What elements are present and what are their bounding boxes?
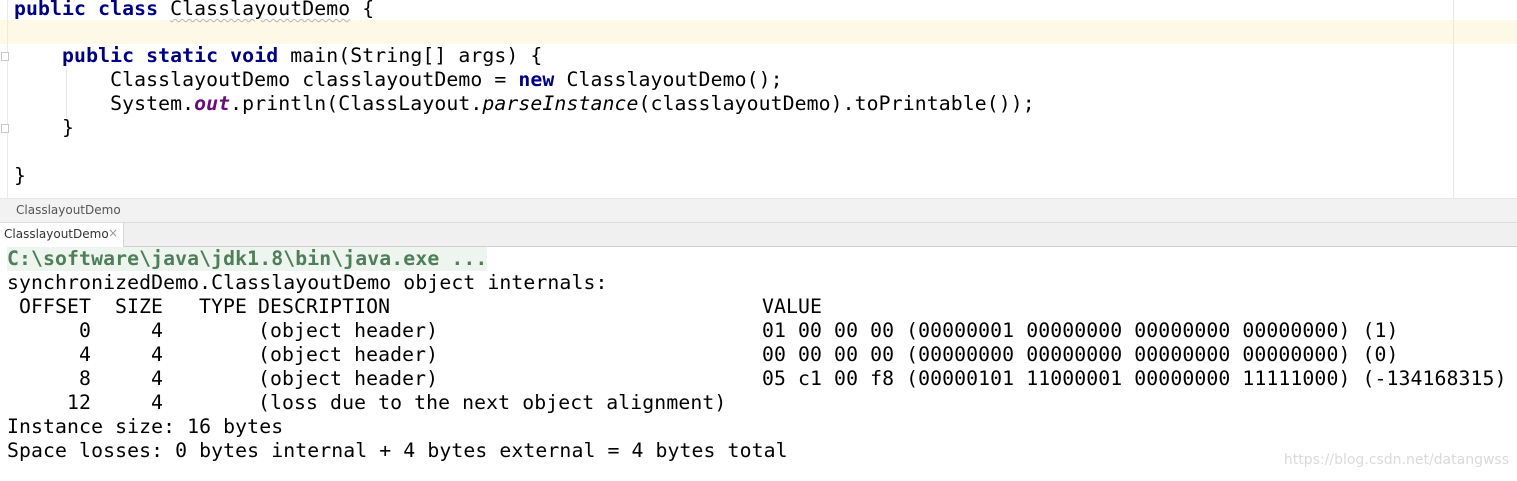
code-token: out (194, 92, 231, 115)
value-cell: 05 c1 00 f8 (00000101 11000001 00000000 … (762, 367, 1507, 390)
fold-marker-icon[interactable] (1, 124, 9, 133)
description-cell: (loss due to the next object alignment) (258, 391, 727, 414)
column-header-size: SIZE (115, 295, 164, 318)
column-header-description: DESCRIPTION (258, 295, 391, 318)
description-cell: (object header) (258, 367, 439, 390)
table-row: 0 4 (object header) 01 00 00 00 (00000001 0… (7, 319, 1517, 343)
size-cell: 4 (150, 391, 163, 414)
breadcrumb-item-class[interactable]: ClasslayoutDemo (16, 203, 121, 217)
close-icon[interactable]: × (108, 226, 118, 240)
column-header-value: VALUE (762, 295, 823, 318)
code-line[interactable]: } (14, 164, 26, 188)
tab-run-classlayoutdemo[interactable]: ClasslayoutDemo × (0, 223, 124, 247)
current-line-highlight (0, 20, 1517, 44)
watermark: https://blog.csdn.net/datangwss (1283, 452, 1509, 468)
code-token: ClasslayoutDemo (170, 0, 351, 20)
table-row: 12 4 (loss due to the next object alignmen… (7, 391, 1517, 415)
code-token: public class (14, 0, 171, 20)
code-token: ClasslayoutDemo(); (566, 68, 783, 91)
editor-gutter (7, 0, 8, 198)
code-token: { (350, 0, 375, 20)
right-margin-guide (1453, 0, 1454, 198)
breadcrumb: ClasslayoutDemo (0, 198, 1517, 222)
table-row: 8 4 (object header) 05 c1 00 f8 (00000101 1… (7, 367, 1517, 391)
instance-size-line: Instance size: 16 bytes (7, 415, 284, 438)
code-line[interactable]: System.out.println(ClassLayout.parseInst… (14, 92, 1035, 116)
code-token: System. (14, 92, 195, 115)
run-tab-bar: ClasslayoutDemo × (0, 222, 1517, 247)
column-header-type: TYPE (199, 295, 248, 318)
code-token: public static void (62, 44, 291, 67)
code-line[interactable]: ClasslayoutDemo classlayoutDemo = new Cl… (14, 68, 783, 92)
code-line[interactable]: public static void main(String[] args) { (14, 44, 542, 68)
size-cell: 4 (150, 343, 163, 366)
space-losses-line: Space losses: 0 bytes internal + 4 bytes… (7, 439, 788, 462)
size-cell: 4 (150, 319, 163, 342)
tab-label: ClasslayoutDemo (4, 227, 109, 241)
table-row: 4 4 (object header) 00 00 00 00 (00000000 0… (7, 343, 1517, 367)
console-header-line: synchronizedDemo.ClasslayoutDemo object … (7, 271, 608, 294)
description-cell: (object header) (258, 319, 439, 342)
value-cell: 01 00 00 00 (00000001 00000000 00000000 … (762, 319, 1399, 342)
code-line[interactable]: } (14, 116, 74, 140)
code-token: main(String[] args) { (290, 44, 543, 67)
code-token: .println(ClassLayout. (230, 92, 483, 115)
console-command-line[interactable]: C:\software\java\jdk1.8\bin\java.exe ... (7, 247, 488, 271)
run-console[interactable]: C:\software\java\jdk1.8\bin\java.exe ...… (0, 247, 1517, 481)
code-token: new (518, 68, 567, 91)
code-token: parseInstance (482, 92, 639, 115)
size-cell: 4 (150, 367, 163, 390)
code-token: ClasslayoutDemo classlayoutDemo = (14, 68, 519, 91)
code-editor[interactable]: public class ClasslayoutDemo { public st… (0, 0, 1517, 198)
code-token: } (14, 164, 27, 187)
console-column-headers: OFFSET SIZE TYPE DESCRIPTION VALUE (7, 295, 1507, 319)
description-cell: (object header) (258, 343, 439, 366)
code-line[interactable]: public class ClasslayoutDemo { (14, 0, 374, 21)
value-cell: 00 00 00 00 (00000000 00000000 00000000 … (762, 343, 1399, 366)
code-token: } (14, 116, 75, 139)
code-token: (classlayoutDemo).toPrintable()); (638, 92, 1035, 115)
fold-marker-icon[interactable] (1, 52, 9, 61)
column-header-offset: OFFSET (7, 295, 92, 318)
